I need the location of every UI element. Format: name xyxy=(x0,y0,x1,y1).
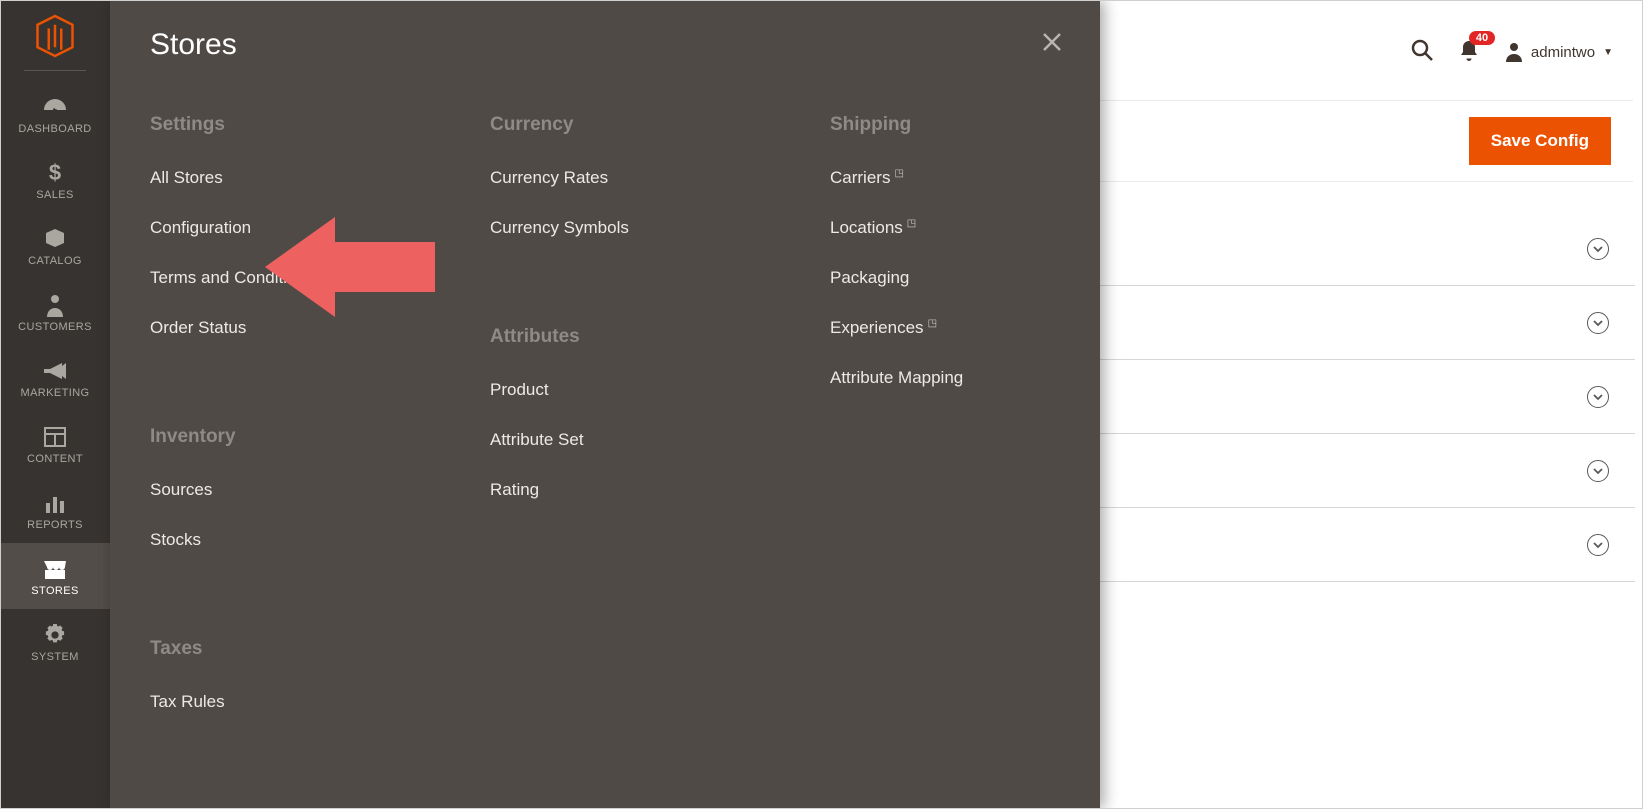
link-text: Experiences xyxy=(830,318,924,337)
sidebar-label: SALES xyxy=(36,189,73,201)
sidebar-item-system[interactable]: SYSTEM xyxy=(0,609,110,675)
sidebar-label: SYSTEM xyxy=(31,651,79,663)
link-currency-rates[interactable]: Currency Rates xyxy=(490,168,730,188)
person-icon xyxy=(41,293,69,317)
sidebar-item-catalog[interactable]: CATALOG xyxy=(0,213,110,279)
section-heading-currency: Currency xyxy=(490,114,730,136)
section-heading-settings: Settings xyxy=(150,114,390,136)
save-config-button[interactable]: Save Config xyxy=(1469,117,1611,165)
sidebar-item-marketing[interactable]: MARKETING xyxy=(0,345,110,411)
search-icon[interactable] xyxy=(1411,39,1433,66)
link-attribute-mapping[interactable]: Attribute Mapping xyxy=(830,368,1070,388)
chevron-down-icon[interactable] xyxy=(1587,386,1609,408)
sidebar-item-sales[interactable]: $ SALES xyxy=(0,147,110,213)
link-all-stores[interactable]: All Stores xyxy=(150,168,390,188)
action-bar: Save Config xyxy=(1100,100,1633,182)
box-icon xyxy=(41,227,69,251)
external-icon: ◳ xyxy=(894,168,903,179)
config-panel-row[interactable] xyxy=(1100,286,1635,360)
username: admintwo xyxy=(1531,44,1595,61)
link-carriers[interactable]: Carriers ◳ xyxy=(830,168,1070,188)
chevron-down-icon[interactable] xyxy=(1587,534,1609,556)
link-text: Locations xyxy=(830,218,903,237)
external-icon: ◳ xyxy=(907,218,916,229)
link-terms-conditions[interactable]: Terms and Conditions xyxy=(150,268,390,288)
link-product[interactable]: Product xyxy=(490,380,730,400)
section-heading-taxes: Taxes xyxy=(150,638,390,660)
link-stocks[interactable]: Stocks xyxy=(150,530,390,550)
section-heading-attributes: Attributes xyxy=(490,326,730,348)
admin-topbar: 40 admintwo ▼ xyxy=(1100,0,1643,100)
flyout-columns: Settings All Stores Configuration Terms … xyxy=(150,114,1060,742)
sidebar-label: CONTENT xyxy=(27,453,83,465)
sidebar-item-reports[interactable]: REPORTS xyxy=(0,477,110,543)
section-heading-shipping: Shipping xyxy=(830,114,1070,136)
flyout-title: Stores xyxy=(150,28,1060,62)
close-icon[interactable] xyxy=(1036,26,1068,58)
storefront-icon xyxy=(41,557,69,581)
link-packaging[interactable]: Packaging xyxy=(830,268,1070,288)
barchart-icon xyxy=(41,491,69,515)
admin-sidebar: DASHBOARD $ SALES CATALOG CUSTOMERS MARK… xyxy=(0,0,110,809)
user-icon xyxy=(1505,42,1523,62)
dashboard-icon xyxy=(41,95,69,119)
flyout-col-3: Shipping Carriers◳ Locations◳ Packaging … xyxy=(830,114,1070,742)
link-tax-rules[interactable]: Tax Rules xyxy=(150,692,390,712)
gear-icon xyxy=(41,623,69,647)
sidebar-label: CATALOG xyxy=(28,255,82,267)
link-experiences[interactable]: Experiences ◳ xyxy=(830,318,1070,338)
sidebar-label: REPORTS xyxy=(27,519,83,531)
external-icon: ◳ xyxy=(928,318,937,329)
user-menu[interactable]: admintwo ▼ xyxy=(1505,42,1613,62)
megaphone-icon xyxy=(41,359,69,383)
layout-icon xyxy=(41,425,69,449)
notification-badge: 40 xyxy=(1469,31,1495,45)
sidebar-item-customers[interactable]: CUSTOMERS xyxy=(0,279,110,345)
sidebar-label: CUSTOMERS xyxy=(18,321,92,333)
link-text: Carriers xyxy=(830,168,890,187)
link-locations[interactable]: Locations ◳ xyxy=(830,218,1070,238)
flyout-col-1: Settings All Stores Configuration Terms … xyxy=(150,114,390,742)
main-content: 40 admintwo ▼ Save Config xyxy=(1100,0,1643,809)
chevron-down-icon[interactable] xyxy=(1587,312,1609,334)
config-panels xyxy=(1100,212,1635,582)
section-heading-inventory: Inventory xyxy=(150,426,390,448)
magento-logo[interactable] xyxy=(31,12,79,60)
sidebar-item-dashboard[interactable]: DASHBOARD xyxy=(0,81,110,147)
link-order-status[interactable]: Order Status xyxy=(150,318,390,338)
link-configuration[interactable]: Configuration xyxy=(150,218,390,238)
sidebar-label: MARKETING xyxy=(21,387,90,399)
config-panel-row[interactable] xyxy=(1100,360,1635,434)
sidebar-divider xyxy=(24,70,86,71)
notifications-icon[interactable]: 40 xyxy=(1459,39,1479,66)
flyout-col-2: Currency Currency Rates Currency Symbols… xyxy=(490,114,730,742)
dollar-icon: $ xyxy=(41,161,69,185)
link-attribute-set[interactable]: Attribute Set xyxy=(490,430,730,450)
stores-flyout: Stores Settings All Stores Configuration… xyxy=(110,0,1100,809)
chevron-down-icon[interactable] xyxy=(1587,238,1609,260)
sidebar-label: DASHBOARD xyxy=(18,123,91,135)
link-sources[interactable]: Sources xyxy=(150,480,390,500)
chevron-down-icon[interactable] xyxy=(1587,460,1609,482)
config-panel-row[interactable] xyxy=(1100,212,1635,286)
caret-down-icon: ▼ xyxy=(1603,47,1613,58)
link-currency-symbols[interactable]: Currency Symbols xyxy=(490,218,730,238)
config-panel-row[interactable] xyxy=(1100,508,1635,582)
sidebar-item-stores[interactable]: STORES xyxy=(0,543,110,609)
sidebar-label: STORES xyxy=(31,585,78,597)
config-panel-row[interactable] xyxy=(1100,434,1635,508)
link-rating[interactable]: Rating xyxy=(490,480,730,500)
sidebar-item-content[interactable]: CONTENT xyxy=(0,411,110,477)
